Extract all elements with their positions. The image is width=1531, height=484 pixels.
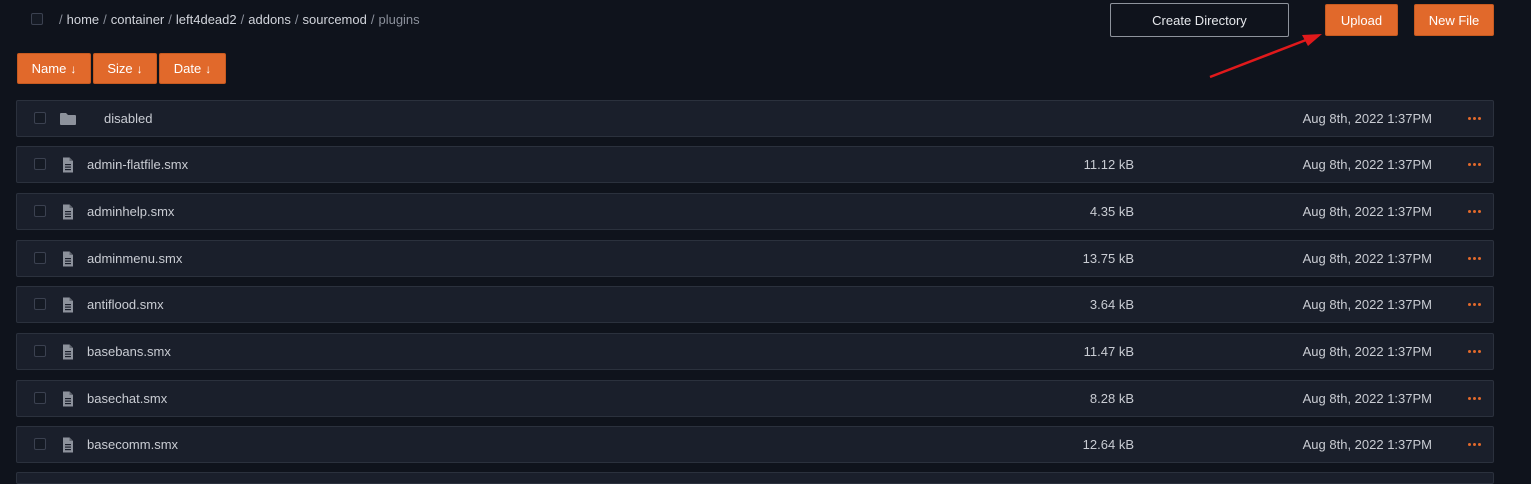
sort-arrow-down-icon: ↓: [205, 61, 212, 76]
row-checkbox[interactable]: [34, 438, 46, 450]
row-size: 11.12 kB: [1083, 157, 1134, 172]
file-row[interactable]: adminmenu.smx 13.75 kB Aug 8th, 2022 1:37P…: [16, 240, 1494, 277]
row-checkbox[interactable]: [34, 158, 46, 170]
sort-date-label: Date: [173, 61, 202, 76]
file-icon: [59, 157, 77, 173]
file-icon: [59, 251, 77, 267]
row-size: 3.64 kB: [1089, 297, 1134, 312]
sort-by-size-button[interactable]: Size ↓: [93, 53, 157, 84]
row-name[interactable]: antiflood.smx: [87, 297, 164, 312]
sort-name-label: Name: [31, 61, 67, 76]
folder-row[interactable]: disabled Aug 8th, 2022 1:37PM: [16, 100, 1494, 137]
file-row[interactable]: basebans.smx 11.47 kB Aug 8th, 2022 1:37PM: [16, 333, 1494, 370]
annotation-arrow-line: [1209, 38, 1307, 79]
file-icon: [59, 297, 77, 313]
breadcrumb-separator: /: [168, 12, 172, 27]
row-size: 11.47 kB: [1083, 344, 1134, 359]
folder-icon: [59, 111, 77, 127]
row-date: Aug 8th, 2022 1:37PM: [1302, 344, 1432, 359]
new-file-button[interactable]: New File: [1414, 4, 1494, 36]
file-icon: [59, 204, 77, 220]
row-date: Aug 8th, 2022 1:37PM: [1302, 111, 1432, 126]
row-checkbox[interactable]: [34, 392, 46, 404]
row-checkbox[interactable]: [34, 345, 46, 357]
file-row[interactable]: basecomm.smx 12.64 kB Aug 8th, 2022 1:37PM: [16, 426, 1494, 463]
row-checkbox[interactable]: [34, 205, 46, 217]
sort-arrow-down-icon: ↓: [136, 61, 143, 76]
file-icon: [59, 437, 77, 453]
sort-by-date-button[interactable]: Date ↓: [159, 53, 226, 84]
file-row[interactable]: admin-flatfile.smx 11.12 kB Aug 8th, 2022 …: [16, 146, 1494, 183]
breadcrumb-separator: /: [370, 12, 375, 27]
breadcrumb-current-plugins: plugins: [378, 12, 420, 27]
row-name[interactable]: adminhelp.smx: [87, 204, 174, 219]
row-name[interactable]: basechat.smx: [87, 391, 167, 406]
row-name[interactable]: disabled: [104, 111, 152, 126]
breadcrumb-separator: /: [103, 12, 107, 27]
breadcrumb-item-home[interactable]: home: [67, 12, 100, 27]
row-name[interactable]: basecomm.smx: [87, 437, 178, 452]
row-size: 4.35 kB: [1089, 204, 1134, 219]
more-options-icon[interactable]: [1468, 117, 1481, 120]
row-date: Aug 8th, 2022 1:37PM: [1302, 204, 1432, 219]
list-item-partial: [16, 472, 1494, 484]
row-name[interactable]: admin-flatfile.smx: [87, 157, 188, 172]
more-options-icon[interactable]: [1468, 257, 1481, 260]
row-date: Aug 8th, 2022 1:37PM: [1302, 251, 1432, 266]
more-options-icon[interactable]: [1468, 210, 1481, 213]
breadcrumb-separator: /: [294, 12, 299, 27]
breadcrumb-root-separator: /: [59, 12, 63, 27]
row-date: Aug 8th, 2022 1:37PM: [1302, 157, 1432, 172]
row-checkbox[interactable]: [34, 112, 46, 124]
row-checkbox[interactable]: [34, 298, 46, 310]
upload-button[interactable]: Upload: [1325, 4, 1398, 36]
breadcrumb-item-left4dead2[interactable]: left4dead2: [176, 12, 237, 27]
file-icon: [59, 344, 77, 360]
create-directory-button[interactable]: Create Directory: [1110, 3, 1289, 37]
file-row[interactable]: antiflood.smx 3.64 kB Aug 8th, 2022 1:37PM: [16, 286, 1494, 323]
row-size: 13.75 kB: [1082, 251, 1134, 266]
more-options-icon[interactable]: [1468, 350, 1481, 353]
breadcrumb-item-sourcemod[interactable]: sourcemod: [303, 12, 367, 27]
file-row[interactable]: basechat.smx 8.28 kB Aug 8th, 2022 1:37PM: [16, 380, 1494, 417]
file-icon: [59, 391, 77, 407]
more-options-icon[interactable]: [1468, 397, 1481, 400]
row-size: 12.64 kB: [1082, 437, 1134, 452]
row-date: Aug 8th, 2022 1:37PM: [1302, 391, 1432, 406]
annotation-arrow-head: [1302, 34, 1322, 46]
more-options-icon[interactable]: [1468, 303, 1481, 306]
select-all-checkbox[interactable]: [31, 13, 43, 25]
sort-by-name-button[interactable]: Name ↓: [17, 53, 91, 84]
breadcrumb: / home / container / left4dead2/addons / source…: [59, 12, 420, 27]
breadcrumb-item-container[interactable]: container: [111, 12, 164, 27]
row-checkbox[interactable]: [34, 252, 46, 264]
row-name[interactable]: basebans.smx: [87, 344, 171, 359]
row-name[interactable]: adminmenu.smx: [87, 251, 182, 266]
breadcrumb-item-addons[interactable]: addons: [248, 12, 291, 27]
more-options-icon[interactable]: [1468, 163, 1481, 166]
more-options-icon[interactable]: [1468, 443, 1481, 446]
row-date: Aug 8th, 2022 1:37PM: [1302, 437, 1432, 452]
row-date: Aug 8th, 2022 1:37PM: [1302, 297, 1432, 312]
sort-size-label: Size: [107, 61, 133, 76]
row-size: 8.28 kB: [1089, 391, 1134, 406]
file-row[interactable]: adminhelp.smx 4.35 kB Aug 8th, 2022 1:37PM: [16, 193, 1494, 230]
sort-arrow-down-icon: ↓: [70, 61, 77, 76]
breadcrumb-separator: /: [240, 12, 245, 27]
